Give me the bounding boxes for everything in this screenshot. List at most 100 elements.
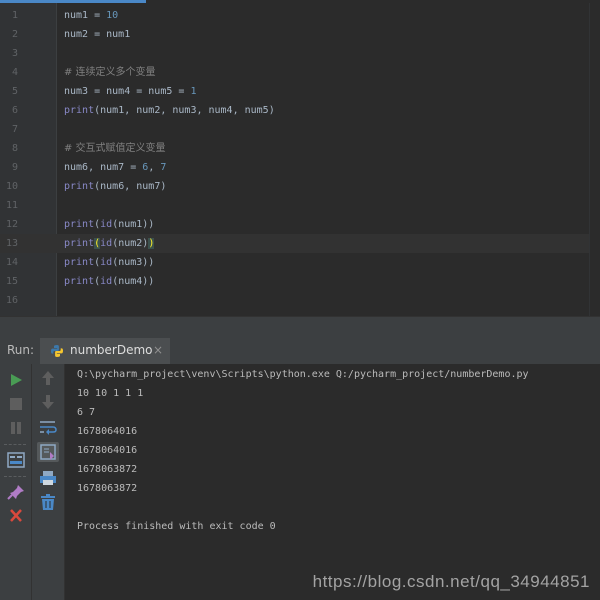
code-text: print(id(num4)) — [64, 272, 154, 291]
code-line[interactable]: 10 print(num6, num7) — [0, 177, 600, 196]
console-output[interactable]: Q:\pycharm_project\venv\Scripts\python.e… — [65, 364, 600, 600]
code-token: (num2) — [112, 238, 149, 249]
code-text: # 交互式赋值定义变量 — [64, 139, 166, 158]
line-number: 14 — [5, 257, 18, 268]
run-toolbar-primary — [0, 364, 32, 600]
editor-scrollbar[interactable] — [589, 3, 600, 316]
code-text: print(num6, num7) — [64, 177, 166, 196]
code-text: print(num1, num2, num3, num4, num5) — [64, 101, 275, 120]
print-icon[interactable] — [37, 468, 59, 488]
pause-icon[interactable] — [5, 418, 27, 438]
code-token: (num1)) — [112, 219, 155, 230]
run-tab-numberdemo[interactable]: numberDemo × — [40, 338, 170, 364]
code-text: num2 = num1 — [64, 25, 130, 44]
code-line[interactable]: 16 — [0, 291, 600, 310]
console-line: 1678063872 — [77, 483, 138, 494]
console-line: 1678063872 — [77, 464, 138, 475]
code-line[interactable]: 4 # 连续定义多个变量 — [0, 63, 600, 82]
run-icon[interactable] — [5, 370, 27, 390]
watermark: https://blog.csdn.net/qq_34944851 — [312, 572, 590, 591]
line-number: 3 — [11, 48, 18, 59]
code-line[interactable]: 11 — [0, 196, 600, 215]
line-number: 5 — [11, 86, 18, 97]
line-number: 11 — [5, 200, 18, 211]
panel-splitter[interactable] — [0, 316, 600, 339]
close-icon[interactable] — [5, 506, 27, 526]
code-line[interactable]: 3 — [0, 44, 600, 63]
line-number: 4 — [11, 67, 18, 78]
code-token: 7 — [160, 162, 167, 173]
code-token: # 连续定义多个变量 — [64, 67, 156, 78]
line-number: 10 — [5, 181, 18, 192]
soft-wrap-icon[interactable] — [37, 417, 59, 437]
console-line: 6 7 — [77, 407, 96, 418]
line-number: 7 — [11, 124, 18, 135]
code-token: id — [100, 219, 113, 230]
code-token: print — [64, 181, 95, 192]
code-token: print — [64, 105, 95, 116]
layout-icon[interactable] — [5, 450, 27, 470]
code-token: print — [64, 257, 95, 268]
up-arrow-icon[interactable] — [37, 368, 59, 388]
python-file-icon — [51, 345, 63, 357]
code-token: num6, num7 = — [64, 162, 143, 173]
code-text: # 连续定义多个变量 — [64, 63, 156, 82]
code-token: num2 = num1 — [64, 29, 131, 40]
code-line[interactable]: 14 print(id(num3)) — [0, 253, 600, 272]
code-token: id — [100, 238, 113, 249]
run-toolbar-secondary — [32, 364, 65, 600]
code-line[interactable]: 5 num3 = num4 = num5 = 1 — [0, 82, 600, 101]
console-line: Process finished with exit code 0 — [77, 521, 276, 532]
code-token: 1 — [190, 86, 197, 97]
code-token: num3 = num4 = num5 = — [64, 86, 191, 97]
code-line[interactable]: 8 # 交互式赋值定义变量 — [0, 139, 600, 158]
scroll-to-end-icon[interactable] — [37, 442, 59, 462]
code-token: (num6, num7) — [94, 181, 167, 192]
line-number: 1 — [11, 10, 18, 21]
code-line[interactable]: 1 num1 = 10 — [0, 6, 600, 25]
run-tab-title: numberDemo — [70, 343, 153, 357]
line-number: 8 — [11, 143, 18, 154]
toolbar-separator — [4, 444, 26, 445]
code-line[interactable]: 13 print(id(num2)) — [0, 234, 600, 253]
code-line[interactable]: 9 num6, num7 = 6, 7 — [0, 158, 600, 177]
code-line[interactable]: 12 print(id(num1)) — [0, 215, 600, 234]
code-token: ) — [148, 238, 155, 249]
console-line: 1678064016 — [77, 445, 138, 456]
line-number: 2 — [11, 29, 18, 40]
code-line[interactable]: 15 print(id(num4)) — [0, 272, 600, 291]
run-tool-window-header: Run: numberDemo × — [0, 338, 600, 365]
code-text: num6, num7 = 6, 7 — [64, 158, 166, 177]
code-text: print(id(num2)) — [64, 234, 155, 253]
tab-close-icon[interactable]: × — [153, 343, 163, 357]
code-line[interactable]: 2 num2 = num1 — [0, 25, 600, 44]
code-text: print(id(num1)) — [64, 215, 154, 234]
line-number: 16 — [5, 295, 18, 306]
down-arrow-icon[interactable] — [37, 392, 59, 412]
code-text: num3 = num4 = num5 = 1 — [64, 82, 196, 101]
console-line: 1678064016 — [77, 426, 138, 437]
code-token: # 交互式赋值定义变量 — [64, 143, 166, 154]
toolbar-separator — [4, 476, 26, 477]
line-number: 9 — [11, 162, 18, 173]
code-token: id — [100, 257, 113, 268]
code-token: print — [64, 276, 95, 287]
line-number: 15 — [5, 276, 18, 287]
code-token: print — [64, 238, 95, 249]
code-token: 10 — [106, 10, 119, 21]
stop-icon[interactable] — [5, 394, 27, 414]
code-line[interactable]: 6 print(num1, num2, num3, num4, num5) — [0, 101, 600, 120]
code-token: (num3)) — [112, 257, 155, 268]
trash-icon[interactable] — [37, 492, 59, 512]
run-label: Run: — [7, 343, 35, 357]
line-number: 12 — [5, 219, 18, 230]
code-token: (num4)) — [112, 276, 155, 287]
code-editor[interactable]: 1 num1 = 10 2 num2 = num1 3 4 # 连续定义多个变量 5 num3 … — [0, 0, 600, 316]
console-line: Q:\pycharm_project\venv\Scripts\python.e… — [77, 369, 529, 380]
code-line[interactable]: 7 — [0, 120, 600, 139]
code-text: num1 = 10 — [64, 6, 118, 25]
line-number: 13 — [5, 238, 18, 249]
code-token: print — [64, 219, 95, 230]
pin-icon[interactable] — [5, 482, 27, 502]
line-number: 6 — [11, 105, 18, 116]
